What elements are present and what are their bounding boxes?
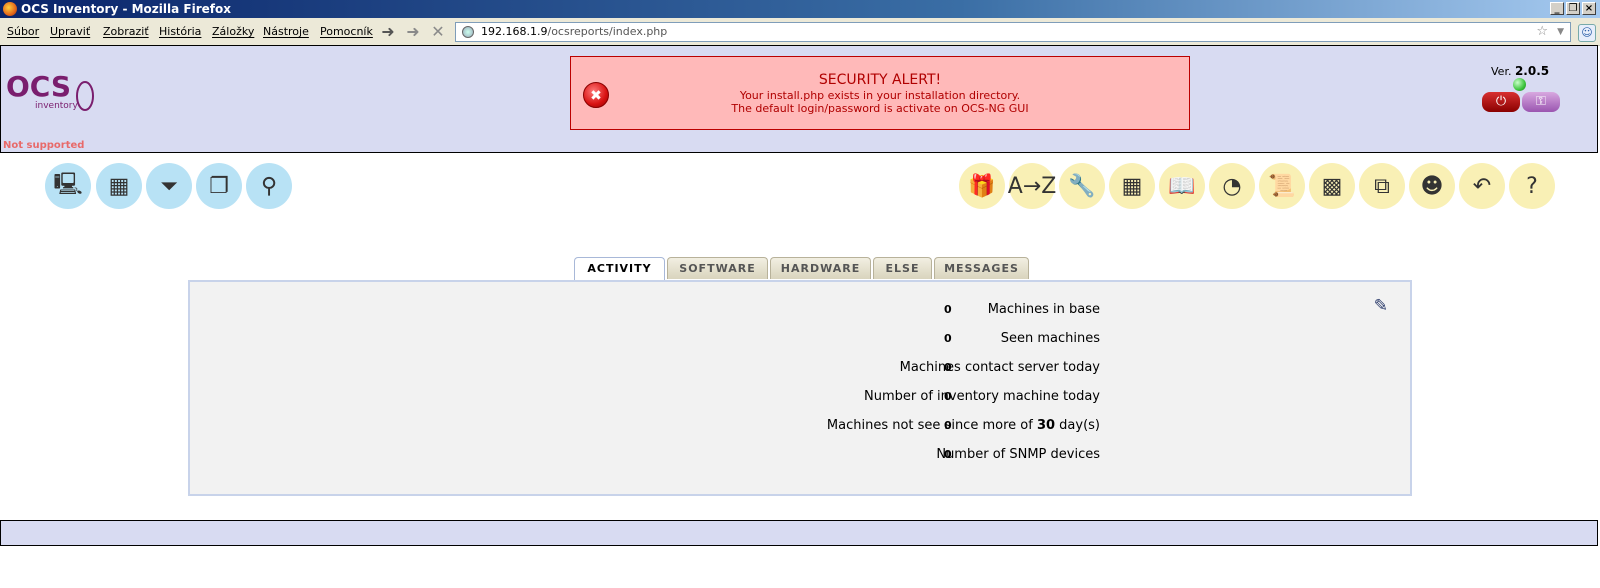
svg-text:inventory: inventory: [35, 101, 79, 111]
menu-nastroje[interactable]: Nástroje: [263, 25, 309, 38]
ocs-logo[interactable]: OCS inventory: [5, 66, 101, 114]
groups-icon[interactable]: ▦: [1109, 163, 1155, 209]
bookmark-star-icon[interactable]: ☆: [1536, 23, 1548, 41]
stat-value: 0: [944, 448, 952, 461]
menu-pomocnik[interactable]: Pomocník: [320, 25, 373, 38]
stats-icon[interactable]: ◔: [1209, 163, 1255, 209]
documentation-icon[interactable]: 📖: [1159, 163, 1205, 209]
logs-icon[interactable]: 📜: [1259, 163, 1305, 209]
ocs-header: OCS inventory Not supported ✖ SECURITY A…: [0, 45, 1598, 153]
alert-title: SECURITY ALERT!: [818, 72, 942, 88]
stat-row: Seen machines 0: [190, 331, 1414, 351]
firefox-icon: [3, 2, 17, 16]
filter-icon[interactable]: ⏷: [146, 163, 192, 209]
ocs-footer: [0, 520, 1598, 546]
stop-icon[interactable]: ✕: [428, 22, 448, 42]
status-led-icon: [1513, 78, 1526, 91]
restore-icon[interactable]: ↶: [1459, 163, 1505, 209]
stat-label: Machines contact server today: [899, 360, 1100, 375]
back-arrow-icon[interactable]: ➜: [378, 22, 398, 42]
dictionary-icon[interactable]: A→Z: [1008, 163, 1056, 209]
stat-value: 0: [944, 419, 952, 432]
globe-icon: [462, 26, 474, 38]
network-icon[interactable]: ▦: [96, 163, 142, 209]
stat-label: Seen machines: [1000, 331, 1100, 346]
deploy-icon[interactable]: 🎁: [959, 163, 1005, 209]
url-text: 192.168.1.9/ocsreports/index.php: [481, 25, 668, 38]
tab-activity[interactable]: ACTIVITY: [574, 257, 665, 281]
security-alert: ✖ SECURITY ALERT! Your install.php exist…: [570, 56, 1190, 130]
tab-else[interactable]: ELSE: [873, 257, 932, 279]
user-profile-icon[interactable]: ☺: [1578, 24, 1596, 42]
tab-software[interactable]: SOFTWARE: [667, 257, 768, 279]
menu-zalozky[interactable]: Záložky: [212, 25, 254, 38]
stat-row: Machines in base 0: [190, 302, 1414, 322]
stat-label: Number of SNMP devices: [936, 447, 1100, 462]
menu-upravit[interactable]: Upraviť: [50, 25, 90, 38]
windows-icon[interactable]: ❐: [196, 163, 242, 209]
stat-label: Machines in base: [987, 302, 1100, 317]
stat-row: Number of SNMP devices 0: [190, 447, 1414, 467]
alert-line-2: The default login/password is activate o…: [731, 102, 1029, 115]
not-supported-label: Not supported: [3, 140, 85, 151]
maximize-button[interactable]: ❐: [1566, 2, 1580, 15]
search-icon[interactable]: ⚲: [246, 163, 292, 209]
forward-arrow-icon[interactable]: ➜: [403, 22, 423, 42]
stat-row: Machines not see since more of 30 day(s)…: [190, 418, 1414, 438]
svg-text:OCS: OCS: [6, 70, 71, 103]
stat-value: 0: [944, 303, 952, 316]
logout-power-icon[interactable]: ⏻: [1482, 92, 1520, 112]
tags-icon[interactable]: ⧉: [1359, 163, 1405, 209]
menu-zobrazit[interactable]: Zobraziť: [103, 25, 149, 38]
error-x-icon: ✖: [583, 82, 609, 108]
activity-panel: ✎ Machines in base 0 Seen machines 0 Mac…: [188, 280, 1412, 496]
password-key-icon[interactable]: ⚿: [1522, 92, 1560, 112]
computers-icon[interactable]: 🖳: [45, 163, 91, 209]
stat-row: Machines contact server today 0: [190, 360, 1414, 380]
firewall-icon[interactable]: ▩: [1309, 163, 1355, 209]
stat-value: 0: [944, 390, 952, 403]
stat-value: 0: [944, 332, 952, 345]
url-dropdown-icon[interactable]: ▼: [1557, 23, 1564, 41]
version-label: Ver. 2.0.5: [1491, 64, 1550, 78]
config-icon[interactable]: 🔧: [1059, 163, 1105, 209]
alert-line-1: Your install.php exists in your installa…: [739, 89, 1021, 102]
window-title: OCS Inventory - Mozilla Firefox: [21, 2, 231, 16]
teledeploy-icon[interactable]: ☻: [1409, 163, 1455, 209]
window-controls: _ ❐ ×: [1550, 2, 1596, 15]
stat-row: Number of inventory machine today 0: [190, 389, 1414, 409]
tab-hardware[interactable]: HARDWARE: [770, 257, 871, 279]
close-button[interactable]: ×: [1582, 2, 1596, 15]
stat-value: 0: [944, 361, 952, 374]
stat-label: Machines not see since more of 30 day(s): [826, 418, 1100, 433]
menu-historia[interactable]: História: [159, 25, 201, 38]
stat-label: Number of inventory machine today: [864, 389, 1100, 404]
help-icon[interactable]: ?: [1509, 163, 1555, 209]
tab-messages[interactable]: MESSAGES: [934, 257, 1029, 279]
url-bar[interactable]: 192.168.1.9/ocsreports/index.php ☆ ▼: [455, 22, 1571, 42]
window-titlebar: OCS Inventory - Mozilla Firefox _ ❐ ×: [0, 0, 1600, 18]
menu-subor[interactable]: Súbor: [7, 25, 39, 38]
minimize-button[interactable]: _: [1550, 2, 1564, 15]
